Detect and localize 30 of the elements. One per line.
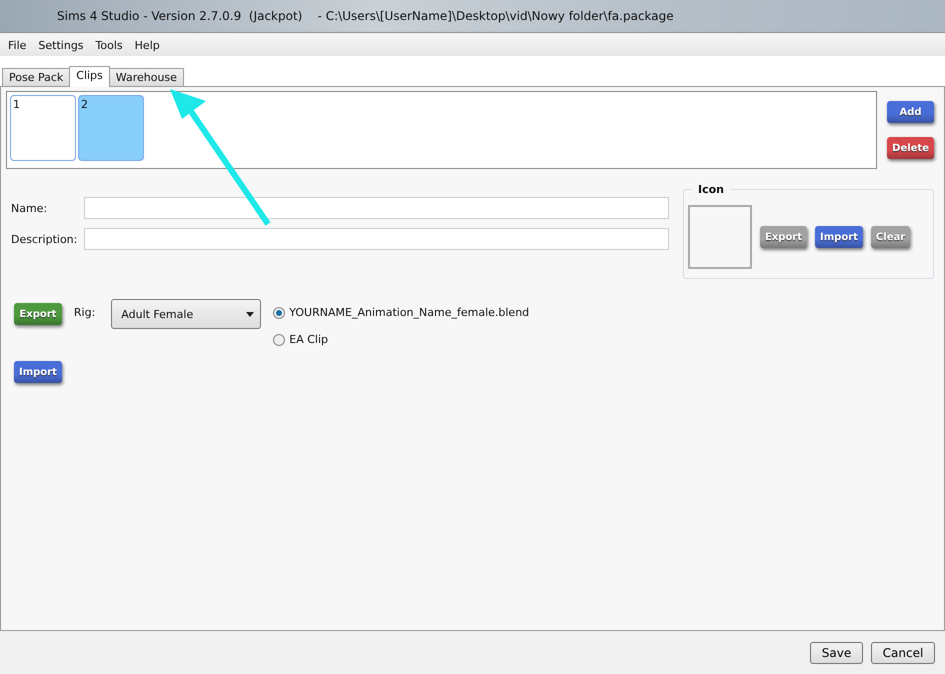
- radio-button[interactable]: [273, 334, 286, 346]
- icon-button[interactable]: Import: [815, 226, 863, 248]
- tab[interactable]: Warehouse: [108, 68, 184, 87]
- clip-item[interactable]: 2: [78, 95, 144, 161]
- save-button[interactable]: Save: [810, 642, 863, 664]
- cancel-button[interactable]: Cancel: [871, 642, 935, 664]
- rig-label: Rig:: [74, 306, 96, 321]
- field-label: Description:: [10, 232, 78, 246]
- input-field[interactable]: [84, 228, 669, 250]
- group-title: Icon: [697, 183, 726, 196]
- input-field[interactable]: [84, 197, 669, 219]
- menu-item[interactable]: Settings: [34, 38, 88, 52]
- clip-item[interactable]: 1: [10, 95, 76, 161]
- radio-button[interactable]: [273, 306, 286, 318]
- icon-preview: [688, 205, 752, 269]
- import-button[interactable]: Import: [14, 361, 62, 383]
- radio-option[interactable]: EA Clip: [273, 333, 530, 346]
- window-title: Sims 4 Studio - Version 2.7.0.9 (Jackpot) - C:\Users\[UserName]\Desktop\vid\Nowy folder\fa.package: [57, 9, 674, 23]
- menu-item[interactable]: Help: [130, 38, 164, 52]
- rig-dropdown[interactable]: Adult Female: [111, 299, 262, 329]
- add-button[interactable]: Add: [887, 101, 934, 123]
- field-label: Name:: [10, 202, 48, 214]
- menu-item[interactable]: Tools: [92, 38, 127, 52]
- radio-option[interactable]: YOURNAME_Animation_Name_female.blend: [273, 306, 530, 319]
- delete-button[interactable]: Delete: [887, 137, 934, 159]
- caret-icon: [246, 312, 254, 316]
- tab[interactable]: Pose Pack: [2, 68, 70, 87]
- tab[interactable]: Clips: [69, 66, 110, 87]
- menu-item[interactable]: File: [4, 38, 30, 52]
- export-button[interactable]: Export: [14, 303, 62, 325]
